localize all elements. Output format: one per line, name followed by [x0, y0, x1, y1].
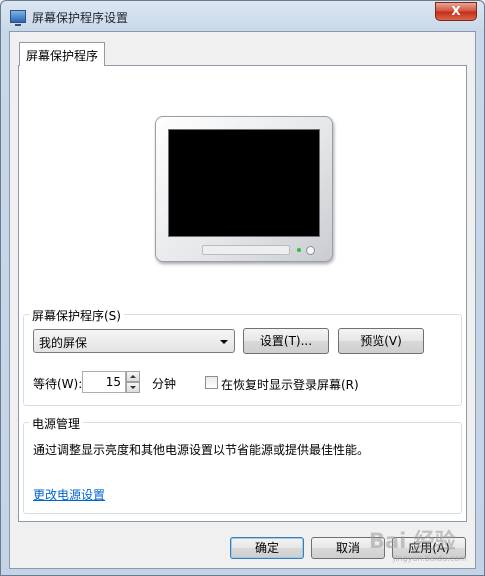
settings-button[interactable]: 设置(T)... [243, 328, 329, 354]
screensaver-group: 屏幕保护程序(S) 我的屏保 设置(T)... 预览(V) 等待(W): 15 … [23, 307, 462, 406]
monitor-icon [10, 10, 26, 26]
title-bar[interactable]: 屏幕保护程序设置 X [1, 1, 484, 31]
wait-unit: 分钟 [152, 377, 177, 391]
watermark-url: jingyan.baidu.com [393, 554, 467, 563]
wait-label: 等待(W): [33, 377, 83, 391]
preview-button[interactable]: 预览(V) [338, 328, 424, 354]
power-group-label: 电源管理 [29, 415, 84, 432]
dialog-body: 屏幕保护程序 屏幕保护程序(S) 我的屏保 设置(T)... 预览(V) 等待(… [9, 31, 476, 569]
power-button-icon [306, 246, 315, 255]
wait-minutes-input[interactable]: 15 [82, 371, 126, 393]
chevron-down-icon [220, 340, 228, 344]
wait-spinner [126, 371, 140, 393]
resume-logon-label[interactable]: 在恢复时显示登录屏幕(R) [221, 376, 359, 393]
power-led-icon [297, 248, 301, 252]
window-title: 屏幕保护程序设置 [32, 11, 129, 25]
screensaver-group-label: 屏幕保护程序(S) [29, 307, 124, 324]
tab-panel: 屏幕保护程序(S) 我的屏保 设置(T)... 预览(V) 等待(W): 15 … [18, 65, 467, 522]
tab-screensaver[interactable]: 屏幕保护程序 [19, 42, 105, 66]
screensaver-select[interactable]: 我的屏保 [33, 329, 235, 353]
ok-button[interactable]: 确定 [230, 537, 304, 559]
power-group: 电源管理 通过调整显示亮度和其他电源设置以节省能源或提供最佳性能。 更改电源设置 [23, 415, 462, 514]
monitor-slot [202, 245, 290, 255]
spin-down-icon[interactable] [126, 382, 140, 393]
spin-up-icon[interactable] [126, 371, 140, 382]
screensaver-select-value: 我的屏保 [39, 336, 88, 350]
preview-screen [168, 129, 320, 237]
power-description: 通过调整显示亮度和其他电源设置以节省能源或提供最佳性能。 [33, 443, 370, 457]
close-button[interactable]: X [435, 2, 477, 21]
change-power-settings-link[interactable]: 更改电源设置 [33, 486, 105, 503]
screensaver-settings-window: 屏幕保护程序设置 X 屏幕保护程序 屏幕保护程序(S) 我的屏保 设置(T)..… [0, 0, 485, 576]
resume-logon-checkbox[interactable] [205, 376, 218, 389]
monitor-preview [155, 116, 333, 262]
